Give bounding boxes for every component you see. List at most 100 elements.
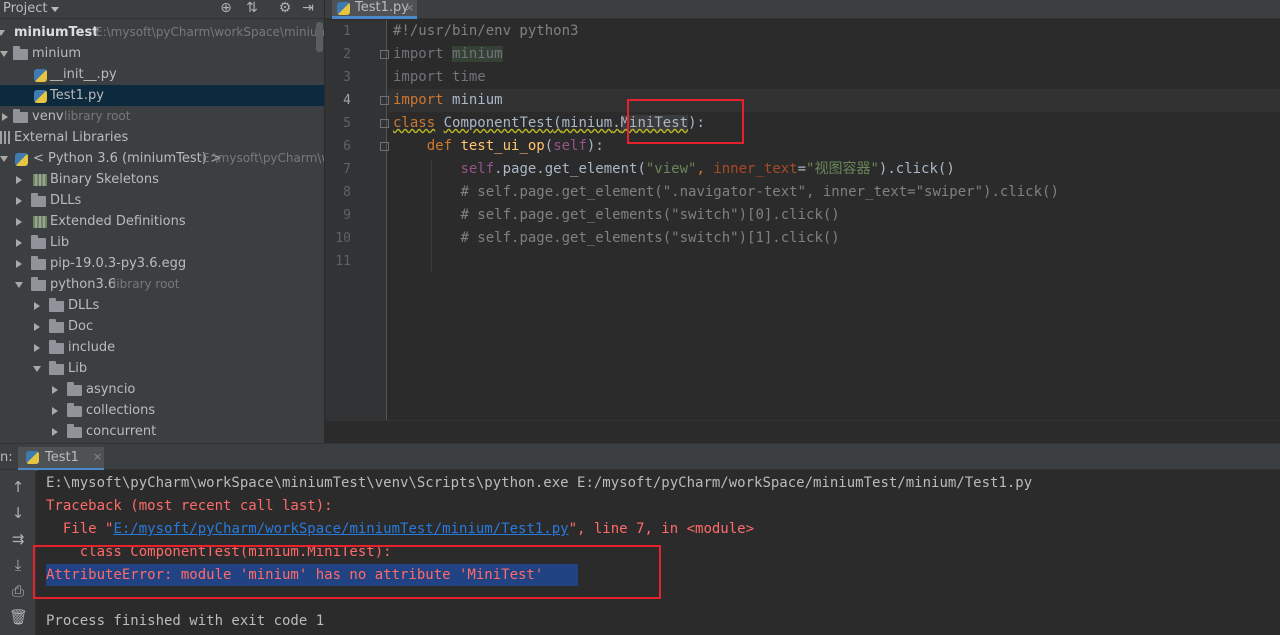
expand-arrow-icon[interactable] (15, 274, 25, 295)
tree-item-init-py[interactable]: __init__.py (0, 64, 324, 85)
base-module: minium (561, 115, 613, 131)
expand-arrow-icon[interactable] (14, 211, 24, 232)
expand-arrow-icon[interactable] (50, 421, 60, 442)
close-icon[interactable]: × (405, 0, 414, 15)
tree-item-path-hint: E:\mysoft\pyCharm\w (202, 151, 324, 165)
tree-item-hint: library root (113, 277, 180, 291)
folder-icon (31, 277, 46, 291)
project-view-selector[interactable]: Project (3, 0, 47, 17)
line-number: 9 (343, 208, 351, 223)
expand-arrow-icon[interactable] (14, 190, 24, 211)
line-number: 2 (343, 47, 351, 62)
arrow-down-icon[interactable]: ↓ (9, 503, 27, 523)
tree-item-minium[interactable]: minium (0, 43, 324, 64)
tree-item-asyncio[interactable]: asyncio (0, 379, 324, 400)
run-panel-header: n: Test1 × (0, 443, 1280, 471)
project-scrollbar[interactable] (316, 22, 323, 52)
tree-item-lib[interactable]: Lib (0, 232, 324, 253)
hide-panel-icon[interactable]: ⇥ (300, 0, 316, 17)
expand-arrow-icon[interactable] (0, 148, 10, 169)
tree-item-miniumtest[interactable]: miniumTest E:\mysoft\pyCharm\workSpace\m… (0, 22, 324, 43)
tree-item-label: miniumTest (14, 25, 99, 40)
expand-arrow-icon[interactable] (33, 358, 43, 379)
tree-item-label: Test1.py (50, 88, 104, 103)
expand-arrow-icon[interactable] (32, 337, 42, 358)
module-name: time (452, 69, 486, 85)
tree-item-binary-skeletons[interactable]: Binary Skeletons (0, 169, 324, 190)
tab-label: Test1 (45, 450, 79, 465)
tree-item-include[interactable]: include (0, 337, 324, 358)
trash-icon[interactable]: 🗑 (9, 607, 28, 627)
expand-arrow-icon[interactable] (50, 400, 60, 421)
code-line-2: import minium (393, 43, 503, 66)
collapse-all-icon[interactable]: ⇅ (244, 0, 260, 17)
locate-target-icon[interactable]: ⊕ (218, 0, 234, 17)
line-number: 6 (343, 139, 351, 154)
tree-item-venv[interactable]: venv library root (0, 106, 324, 127)
tree-item-label: python3.6 (50, 277, 117, 292)
expand-arrow-icon[interactable] (14, 232, 24, 253)
tree-item-pip-egg[interactable]: pip-19.0.3-py3.6.egg (0, 253, 324, 274)
annotation-box (33, 545, 661, 599)
tree-item-collections[interactable]: collections (0, 400, 324, 421)
close-icon[interactable]: × (93, 447, 102, 467)
tree-item-concurrent[interactable]: concurrent (0, 421, 324, 442)
console-file-line: File "E:/mysoft/pyCharm/workSpace/minium… (46, 518, 754, 541)
expand-arrow-icon[interactable] (32, 295, 42, 316)
tree-item-python-sdk[interactable]: < Python 3.6 (miniumTest) > E:\mysoft\py… (0, 148, 324, 169)
expand-arrow-icon[interactable] (32, 316, 42, 337)
expand-arrow-icon[interactable] (50, 379, 60, 400)
comment: # self.page.get_elements("switch")[0].cl… (460, 207, 840, 223)
expand-arrow-icon[interactable] (0, 106, 10, 127)
expand-arrow-icon[interactable] (14, 253, 24, 274)
arrow-up-icon[interactable]: ↑ (9, 477, 27, 497)
tree-item-dlls-2[interactable]: DLLs (0, 295, 324, 316)
expand-arrow-icon[interactable] (14, 169, 24, 190)
tree-item-external-libraries[interactable]: External Libraries (0, 127, 324, 148)
library-icon (33, 174, 47, 186)
console-text: File " (46, 521, 114, 537)
console-exit-line: Process finished with exit code 1 (46, 613, 325, 629)
folder-icon (67, 403, 82, 417)
fold-marker-icon[interactable] (380, 50, 389, 59)
run-toolbar: ↑ ↓ ⇉ ⤓ ⎙ 🗑 (0, 470, 36, 635)
tree-item-python36[interactable]: python3.6 library root (0, 274, 324, 295)
keyword: import (393, 92, 444, 108)
expand-arrow-icon[interactable] (0, 43, 10, 64)
tab-test1-py[interactable]: Test1.py × (332, 0, 417, 19)
tree-item-extended-definitions[interactable]: Extended Definitions (0, 211, 324, 232)
console-text: ", line 7, in <module> (568, 521, 755, 537)
print-icon[interactable]: ⎙ (9, 581, 27, 601)
tree-item-doc[interactable]: Doc (0, 316, 324, 337)
tree-item-label: DLLs (68, 298, 100, 313)
fold-marker-icon[interactable] (380, 119, 389, 128)
tab-run-test1[interactable]: Test1 × (18, 447, 104, 471)
chevron-down-icon[interactable] (51, 7, 59, 12)
gear-icon[interactable]: ⚙ (277, 0, 293, 17)
file-link[interactable]: E:/mysoft/pyCharm/workSpace/miniumTest/m… (113, 521, 568, 537)
fold-marker-icon[interactable] (380, 142, 389, 151)
module-name: minium (452, 46, 503, 62)
folder-icon (49, 361, 64, 375)
run-panel-title: n: (0, 450, 13, 465)
tree-item-test1-py[interactable]: Test1.py (0, 85, 324, 106)
method-call: ).click() (878, 161, 955, 177)
paren: ): (586, 138, 604, 154)
tree-item-dlls[interactable]: DLLs (0, 190, 324, 211)
tree-item-label: Extended Definitions (50, 214, 186, 229)
tree-item-label: include (68, 340, 116, 355)
code-line-9: # self.page.get_elements("switch")[0].cl… (393, 204, 840, 227)
scroll-to-end-icon[interactable]: ⤓ (9, 555, 27, 575)
class-name: ComponentTest (443, 115, 554, 131)
console-command-line: E:\mysoft\pyCharm\workSpace\miniumTest\v… (46, 475, 1033, 491)
fold-marker-icon[interactable] (380, 96, 389, 105)
line-number: 8 (343, 185, 351, 200)
tree-item-label: pip-19.0.3-py3.6.egg (50, 256, 187, 271)
python-logo-icon (15, 153, 28, 166)
line-number: 4 (343, 93, 351, 108)
tree-item-label: __init__.py (50, 67, 117, 82)
expand-arrow-icon[interactable] (0, 22, 7, 43)
soft-wrap-icon[interactable]: ⇉ (9, 529, 27, 549)
line-number: 10 (335, 231, 351, 246)
tree-item-lib-2[interactable]: Lib (0, 358, 324, 379)
